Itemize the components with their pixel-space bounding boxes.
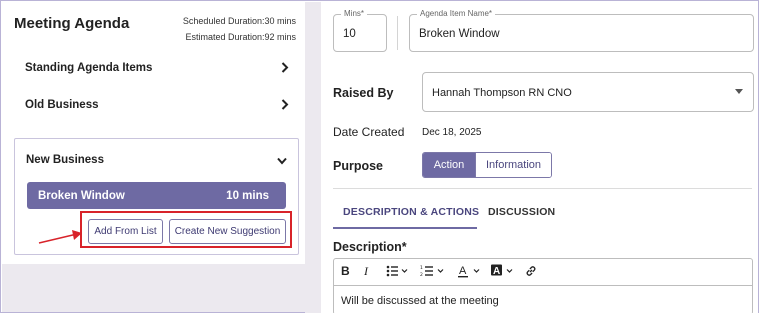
agenda-item-name-legend: Agenda Item Name* [417, 9, 496, 18]
dropdown-caret-icon [735, 89, 743, 94]
numbered-list-icon[interactable]: 1 2 [420, 265, 446, 280]
agenda-item-broken-window[interactable]: Broken Window 10 mins [27, 182, 286, 209]
agenda-title: Meeting Agenda [14, 15, 130, 32]
bold-icon[interactable]: B [341, 264, 350, 278]
purpose-label: Purpose [333, 159, 384, 173]
section-standing-agenda-items[interactable]: Standing Agenda Items [14, 51, 299, 85]
section-label: Old Business [25, 99, 99, 111]
date-created-value: Dec 18, 2025 [422, 127, 482, 138]
purpose-option-action[interactable]: Action [423, 153, 475, 177]
agenda-item-form: Mins* 10 Agenda Item Name* Broken Window… [321, 2, 758, 313]
divider [333, 188, 752, 189]
section-old-business[interactable]: Old Business [14, 88, 299, 122]
bullet-list-icon[interactable] [386, 265, 410, 280]
svg-text:A: A [459, 265, 467, 277]
tab-discussion[interactable]: DISCUSSION [488, 206, 555, 218]
raised-by-select[interactable]: Hannah Thompson RN CNO [422, 72, 754, 112]
description-editor[interactable]: B I 1 2 A A Will be discussed at the mee… [333, 258, 753, 313]
section-label: New Business [26, 154, 104, 166]
mins-field[interactable]: Mins* 10 [333, 9, 387, 52]
description-label: Description* [333, 240, 407, 254]
agenda-panel: Meeting Agenda Scheduled Duration:30 min… [2, 2, 305, 264]
purpose-toggle: Action Information [422, 152, 552, 178]
agenda-item-name-field[interactable]: Agenda Item Name* Broken Window [409, 9, 754, 52]
panel-background [2, 264, 305, 312]
raised-by-value: Hannah Thompson RN CNO [432, 87, 572, 99]
svg-text:1: 1 [420, 265, 423, 271]
active-tab-indicator [333, 227, 477, 229]
estimated-duration: Estimated Duration:92 mins [185, 32, 296, 42]
agenda-item-label: Broken Window [38, 189, 125, 202]
chevron-right-icon [281, 61, 289, 75]
chevron-down-icon [277, 154, 287, 167]
chevron-right-icon [281, 98, 289, 112]
italic-icon[interactable]: I [364, 264, 368, 279]
description-text: Will be discussed at the meeting [341, 295, 499, 307]
new-business-card: New Business Broken Window 10 mins Add F… [14, 138, 299, 255]
svg-text:2: 2 [420, 272, 423, 277]
section-label: Standing Agenda Items [25, 62, 153, 74]
text-color-icon[interactable]: A [458, 264, 484, 281]
agenda-item-duration: 10 mins [226, 189, 269, 202]
raised-by-label: Raised By [333, 86, 394, 100]
editor-toolbar: B I 1 2 A A [334, 259, 752, 286]
pointer-arrow-icon [38, 230, 82, 244]
mins-value: 10 [343, 28, 356, 40]
highlight-color-icon[interactable]: A [491, 264, 517, 281]
tab-description-actions[interactable]: DESCRIPTION & ACTIONS [343, 206, 479, 218]
create-new-suggestion-button[interactable]: Create New Suggestion [169, 219, 286, 244]
purpose-option-information[interactable]: Information [475, 153, 551, 177]
field-divider [397, 16, 398, 50]
section-new-business[interactable]: New Business [15, 147, 298, 173]
link-icon[interactable] [525, 265, 537, 280]
svg-text:A: A [493, 266, 500, 277]
agenda-item-name-value: Broken Window [419, 28, 500, 40]
scheduled-duration: Scheduled Duration:30 mins [182, 16, 296, 26]
panel-gutter [305, 2, 321, 313]
mins-legend: Mins* [341, 9, 368, 18]
date-created-label: Date Created [333, 125, 405, 139]
add-from-list-button[interactable]: Add From List [88, 219, 163, 244]
